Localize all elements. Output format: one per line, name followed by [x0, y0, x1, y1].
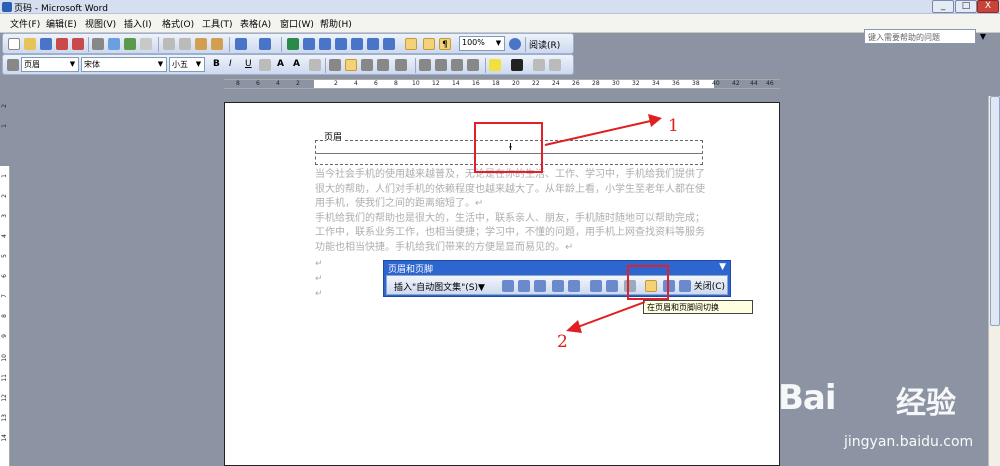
baidu-jingyan-watermark: Bai 经验 jingyan.baidu.com	[778, 360, 978, 466]
word-window: 页码 - Microsoft Word _ □ X 文件(F) 编辑(E) 视图…	[0, 0, 1000, 466]
annotation-number-1: 1	[668, 116, 679, 136]
annotation-arrow-2	[574, 301, 646, 329]
annotation-arrow-1	[544, 119, 656, 146]
scrollbar-thumb[interactable]	[990, 96, 1000, 326]
watermark-url: jingyan.baidu.com	[844, 434, 974, 450]
annotation-arrowhead-1	[648, 114, 662, 127]
watermark-baidu: Bai	[778, 378, 837, 418]
watermark-jingyan: 经验	[896, 386, 956, 421]
annotation-arrowhead-2	[566, 320, 582, 333]
vertical-scrollbar[interactable]	[988, 96, 1000, 466]
annotation-number-2: 2	[557, 332, 568, 352]
